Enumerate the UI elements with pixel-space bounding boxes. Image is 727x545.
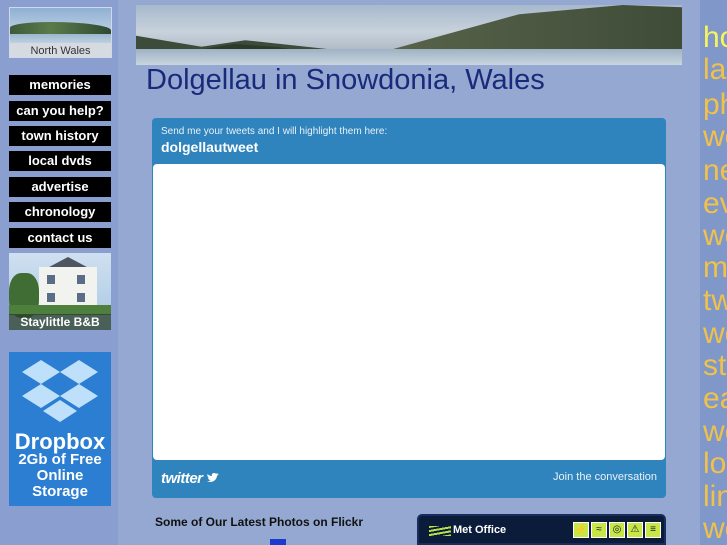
- nav-chronology-button[interactable]: chronology: [9, 202, 111, 222]
- house-window: [47, 293, 55, 302]
- banner-water: [136, 49, 682, 65]
- met-office-logo-icon: [429, 526, 451, 536]
- dropbox-offer-line3: Storage: [32, 483, 88, 500]
- header-banner-image: [136, 5, 682, 65]
- right-nav-item[interactable]: tw: [703, 285, 727, 317]
- right-nav-item[interactable]: la: [703, 54, 726, 86]
- nav-can-you-help-button[interactable]: can you help?: [9, 101, 111, 121]
- staylittle-label: Staylittle B&B: [9, 314, 111, 330]
- met-office-icons: ⚡ ≈ ◎ ⚠ ≡: [573, 522, 661, 538]
- dropbox-offer: 2Gb of Free Online Storage: [9, 452, 111, 500]
- twitter-feed[interactable]: [153, 164, 665, 460]
- staylittle-bnb-ad[interactable]: Staylittle B&B: [9, 253, 111, 330]
- house-window: [77, 293, 85, 302]
- north-wales-caption: North Wales: [10, 43, 111, 57]
- dropbox-offer-line2: Online: [36, 467, 84, 484]
- nav-advertise-button[interactable]: advertise: [9, 177, 111, 197]
- left-sidebar: North Wales memories can you help? town …: [0, 0, 118, 545]
- right-nav-item[interactable]: ho: [703, 22, 727, 54]
- nav-local-dvds-button[interactable]: local dvds: [9, 151, 111, 171]
- right-nav-item[interactable]: ph: [703, 89, 727, 121]
- right-nav-item[interactable]: ev: [703, 188, 727, 220]
- right-nav-item[interactable]: st: [703, 350, 726, 382]
- met-office-widget: Met Office ⚡ ≈ ◎ ⚠ ≡: [417, 514, 666, 545]
- house-window: [77, 275, 85, 284]
- menu-icon[interactable]: ≡: [645, 522, 661, 538]
- dropbox-logo-icon: [22, 360, 98, 422]
- nav-contact-us-button[interactable]: contact us: [9, 228, 111, 248]
- dropbox-ad[interactable]: Dropbox 2Gb of Free Online Storage: [9, 352, 111, 506]
- twitter-bird-icon: [207, 473, 220, 482]
- nav-town-history-button[interactable]: town history: [9, 126, 111, 146]
- forecast-icon[interactable]: ⚡: [573, 522, 589, 538]
- page-title: Dolgellau in Snowdonia, Wales: [146, 64, 545, 96]
- right-nav-item[interactable]: lo: [703, 448, 726, 480]
- met-office-name: Met Office: [453, 524, 507, 536]
- flickr-photo-strip[interactable]: [270, 539, 286, 545]
- twitter-handle[interactable]: dolgellautweet: [161, 139, 258, 155]
- right-nav-item[interactable]: ea: [703, 383, 727, 415]
- nav-memories-button[interactable]: memories: [9, 75, 111, 95]
- right-nav-item[interactable]: ne: [703, 155, 727, 187]
- right-nav-item[interactable]: we: [703, 416, 727, 448]
- right-nav-item[interactable]: we: [703, 318, 727, 350]
- right-nav-item[interactable]: we: [703, 121, 727, 153]
- twitter-logo-text: twitter: [161, 470, 203, 487]
- twitter-intro-text: Send me your tweets and I will highlight…: [161, 126, 388, 137]
- right-nav-item[interactable]: we: [703, 513, 727, 545]
- right-nav: ho la ph we ne ev we m tw we st ea we lo…: [700, 0, 727, 545]
- north-wales-thumbnail[interactable]: North Wales: [9, 7, 112, 58]
- dropbox-offer-line1: 2Gb of Free: [18, 451, 102, 468]
- flickr-heading: Some of Our Latest Photos on Flickr: [155, 515, 364, 529]
- twitter-logo[interactable]: twitter: [161, 470, 220, 487]
- twitter-widget: Send me your tweets and I will highlight…: [152, 118, 666, 498]
- warning-icon[interactable]: ⚠: [627, 522, 643, 538]
- globe-icon[interactable]: ◎: [609, 522, 625, 538]
- right-nav-item[interactable]: we: [703, 220, 727, 252]
- right-nav-item[interactable]: lin: [703, 481, 727, 513]
- banner-hill: [386, 5, 682, 51]
- join-conversation-link[interactable]: Join the conversation: [553, 471, 657, 483]
- right-nav-item[interactable]: m: [703, 252, 727, 284]
- house-window: [47, 275, 55, 284]
- wind-icon[interactable]: ≈: [591, 522, 607, 538]
